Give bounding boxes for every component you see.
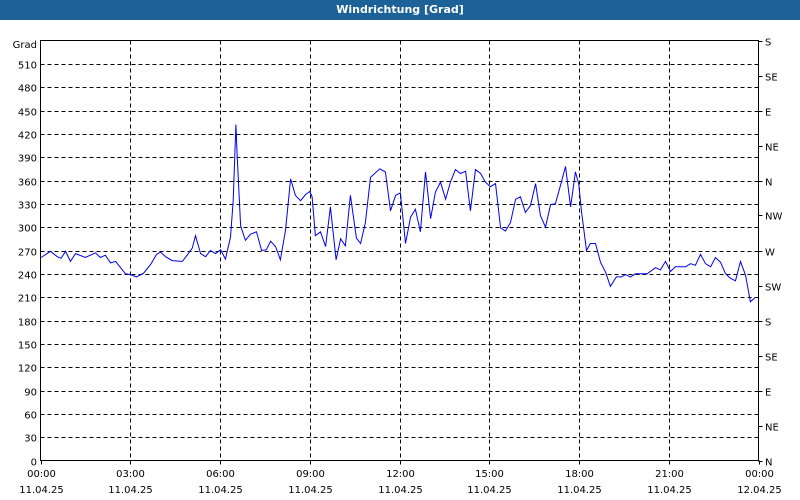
- y-tick-label: 390: [18, 154, 37, 165]
- y-tick-label: 0: [31, 458, 37, 469]
- x-tick-time: 00:00: [745, 469, 774, 480]
- x-tick-time: 00:00: [27, 469, 56, 480]
- compass-label: SE: [765, 73, 778, 84]
- compass-label: E: [765, 108, 771, 119]
- y-tick-label: 90: [24, 388, 37, 399]
- compass-label: W: [765, 248, 775, 259]
- grid: [40, 40, 759, 461]
- compass-label: E: [765, 388, 771, 399]
- compass-label: NW: [765, 212, 782, 223]
- y-tick-label: 330: [18, 201, 37, 212]
- compass-label: SE: [765, 353, 778, 364]
- x-tick-time: 06:00: [206, 469, 235, 480]
- x-tick-date: 12.04.25: [737, 485, 782, 496]
- series-line-windrichtung: [40, 124, 756, 303]
- x-tick-time: 15:00: [475, 469, 504, 480]
- y-tick-label: 150: [18, 341, 37, 352]
- y-tick-label: 420: [18, 131, 37, 142]
- y-tick-label: 120: [18, 364, 37, 375]
- compass-label: SW: [765, 283, 781, 294]
- y-tick-label: 300: [18, 224, 37, 235]
- x-axis-ticks: 00:00 11.04.25 03:00 11.04.25 06:00 11.04.25 0…: [19, 460, 782, 496]
- x-tick-date: 11.04.25: [198, 485, 243, 496]
- y-tick-label: 510: [18, 61, 37, 72]
- x-tick-date: 11.04.25: [647, 485, 692, 496]
- x-tick-date: 11.04.25: [19, 485, 64, 496]
- y-tick-label: 360: [18, 178, 37, 189]
- series-layer: [40, 124, 756, 303]
- y-axis-label: Grad: [13, 40, 37, 51]
- y-tick-label: 270: [18, 248, 37, 259]
- y-tick-label: 30: [24, 434, 37, 445]
- y-tick-label: 240: [18, 271, 37, 282]
- compass-label: S: [765, 318, 771, 329]
- y-axis-ticks: 0 30 60 90 120 150 180 210 240 270 300 330 360 390 420…: [18, 61, 37, 469]
- y-tick-label: 450: [18, 108, 37, 119]
- x-tick-date: 11.04.25: [467, 485, 512, 496]
- y-tick-label: 210: [18, 294, 37, 305]
- y-tick-label: 480: [18, 84, 37, 95]
- x-tick-time: 18:00: [565, 469, 594, 480]
- y-tick-label: 60: [24, 411, 37, 422]
- compass-label: NE: [765, 423, 779, 434]
- plot-frame: [40, 40, 759, 461]
- right-axis-compass-ticks: S SE E NE N NW W SW S SE E NE N: [758, 38, 782, 469]
- y-tick-label: 180: [18, 318, 37, 329]
- compass-label: N: [765, 458, 772, 469]
- x-tick-date: 11.04.25: [288, 485, 333, 496]
- x-tick-date: 11.04.25: [108, 485, 153, 496]
- compass-label: NE: [765, 143, 779, 154]
- compass-label: N: [765, 178, 772, 189]
- x-tick-time: 12:00: [386, 469, 415, 480]
- compass-label: S: [765, 38, 771, 49]
- x-tick-time: 03:00: [116, 469, 145, 480]
- x-tick-time: 21:00: [655, 469, 684, 480]
- x-tick-date: 11.04.25: [378, 485, 423, 496]
- x-tick-date: 11.04.25: [557, 485, 602, 496]
- wind-direction-chart: Grad 0 30 60 90 120 150 180 210 240 270 300 330 360 3…: [13, 38, 783, 497]
- x-tick-time: 09:00: [296, 469, 325, 480]
